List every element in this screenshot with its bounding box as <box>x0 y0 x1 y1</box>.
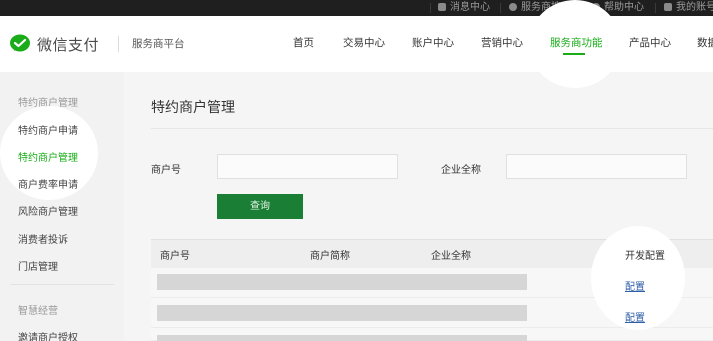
nav-partner-functions[interactable]: 服务商功能 <box>550 16 603 72</box>
redacted-row-content <box>157 305 527 321</box>
column-header-short-name: 商户简称 <box>310 251 350 262</box>
wechat-pay-logo[interactable]: 微信支付 <box>9 33 99 55</box>
sidebar-item-merchant-apply[interactable]: 特约商户申请 <box>18 122 78 137</box>
nav-product-center[interactable]: 产品中心 <box>629 16 671 72</box>
message-center-link[interactable]: 消息中心 <box>438 0 490 16</box>
user-icon <box>664 3 672 11</box>
query-button[interactable]: 查询 <box>217 194 303 219</box>
my-account-label: 我的账号 <box>676 2 713 13</box>
column-header-merchant-no: 商户号 <box>160 251 190 262</box>
merchant-no-input[interactable] <box>217 154 398 179</box>
sidebar-item-rate-apply[interactable]: 商户费率申请 <box>18 176 78 191</box>
sidebar-item-complaints[interactable]: 消费者投诉 <box>18 231 68 246</box>
search-icon <box>509 3 517 11</box>
merchant-no-label: 商户号 <box>151 165 181 176</box>
company-name-input[interactable] <box>506 154 687 179</box>
page-title: 特约商户管理 <box>151 99 235 115</box>
sidebar-section-title: 智慧经营 <box>18 306 58 317</box>
divider <box>151 128 713 129</box>
column-header-dev-config: 开发配置 <box>625 251 665 262</box>
config-link[interactable]: 配置 <box>625 278 645 293</box>
company-name-label: 企业全称 <box>441 165 481 176</box>
my-account-link[interactable]: 我的账号 <box>664 0 713 16</box>
nav-marketing-center[interactable]: 营销中心 <box>481 16 523 72</box>
wechat-pay-logo-icon <box>9 34 31 54</box>
nav-home[interactable]: 首页 <box>293 16 314 72</box>
active-nav-underline <box>563 53 585 55</box>
nav-account-center[interactable]: 账户中心 <box>412 16 454 72</box>
sidebar-item-risk-merchant[interactable]: 风险商户管理 <box>18 203 78 218</box>
divider <box>430 3 431 13</box>
platform-name: 服务商平台 <box>132 38 185 50</box>
divider <box>10 284 114 285</box>
divider <box>118 36 119 52</box>
message-center-label: 消息中心 <box>450 2 490 13</box>
logo-text: 微信支付 <box>37 36 100 54</box>
nav-data[interactable]: 数据 <box>697 16 713 72</box>
config-link[interactable]: 配置 <box>625 309 645 324</box>
help-center-label: 帮助中心 <box>604 2 644 13</box>
redacted-row-content <box>157 335 527 341</box>
nav-trade-center[interactable]: 交易中心 <box>343 16 385 72</box>
sidebar-item-merchant-manage[interactable]: 特约商户管理 <box>18 149 78 164</box>
redacted-row-content <box>157 274 527 290</box>
mail-icon <box>438 3 446 11</box>
sidebar-item-invite-auth[interactable]: 邀请商户授权 <box>18 329 78 341</box>
divider <box>500 3 501 13</box>
divider <box>655 3 656 13</box>
sidebar-item-stores[interactable]: 门店管理 <box>18 258 58 273</box>
column-header-company-name: 企业全称 <box>431 251 471 262</box>
